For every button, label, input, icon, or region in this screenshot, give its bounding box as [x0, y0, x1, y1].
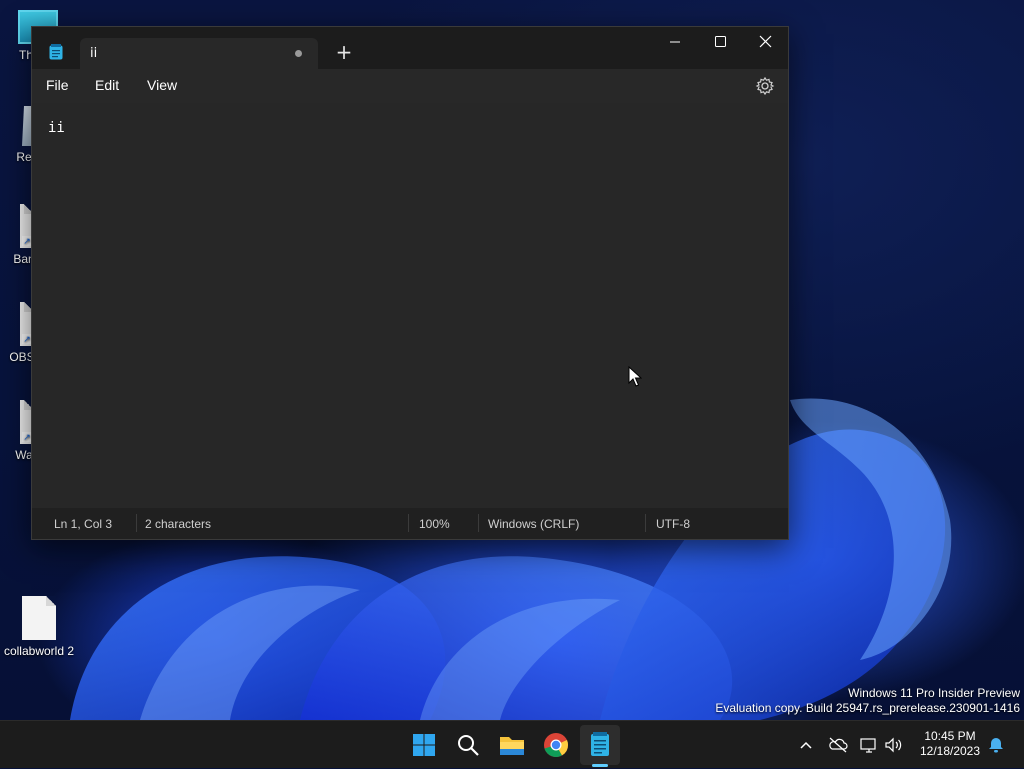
minimize-icon	[670, 41, 680, 43]
bell-icon	[989, 738, 1003, 753]
file-explorer-button[interactable]	[492, 725, 532, 765]
status-divider	[478, 514, 479, 532]
desktop-icon-label: collabworld 2	[3, 644, 75, 658]
notepad-taskbar-button[interactable]	[580, 725, 620, 765]
status-zoom[interactable]: 100%	[419, 517, 450, 531]
unsaved-dot-icon[interactable]	[295, 50, 302, 57]
watermark-line-2: Evaluation copy. Build 25947.rs_prerelea…	[715, 701, 1020, 715]
menu-file[interactable]: File	[46, 77, 69, 93]
cloud-offline-icon	[829, 737, 848, 753]
status-character-count: 2 characters	[145, 517, 212, 531]
notifications-button[interactable]	[985, 735, 1007, 755]
document-icon	[22, 596, 56, 640]
editor-content[interactable]: ii	[48, 120, 65, 136]
settings-button[interactable]	[754, 75, 776, 97]
status-divider	[645, 514, 646, 532]
file-explorer-icon	[500, 737, 524, 755]
status-encoding[interactable]: UTF-8	[656, 517, 690, 531]
search-button[interactable]	[448, 725, 488, 765]
new-tab-button[interactable]: +	[332, 40, 356, 64]
status-bar: Ln 1, Col 3 2 characters 100% Windows (C…	[32, 508, 788, 539]
taskbar: 10:45 PM 12/18/2023	[0, 720, 1024, 768]
volume-icon	[885, 737, 902, 753]
evaluation-watermark: Windows 11 Pro Insider Preview Evaluatio…	[715, 686, 1020, 716]
clock[interactable]: 10:45 PM 12/18/2023	[912, 729, 988, 759]
clock-time: 10:45 PM	[924, 729, 976, 743]
notepad-app-icon	[49, 44, 63, 60]
search-icon	[458, 735, 479, 756]
status-cursor-position: Ln 1, Col 3	[54, 517, 113, 531]
maximize-icon	[715, 36, 726, 47]
chrome-button[interactable]	[536, 725, 576, 765]
watermark-line-1: Windows 11 Pro Insider Preview	[848, 686, 1020, 700]
menu-view[interactable]: View	[147, 77, 177, 93]
display-icon	[860, 738, 876, 753]
text-editor-area[interactable]: ii	[32, 103, 788, 509]
status-divider	[136, 514, 137, 532]
close-button[interactable]	[742, 31, 788, 61]
menu-edit[interactable]: Edit	[95, 77, 119, 93]
clock-date: 12/18/2023	[919, 744, 981, 758]
network-status-button[interactable]	[827, 735, 849, 755]
notepad-icon	[591, 732, 609, 756]
show-hidden-icons-button[interactable]	[795, 735, 817, 755]
status-line-ending[interactable]: Windows (CRLF)	[488, 517, 579, 531]
start-button[interactable]	[404, 725, 444, 765]
volume-button[interactable]	[883, 735, 905, 755]
display-button[interactable]	[858, 735, 880, 755]
chrome-icon	[544, 733, 569, 758]
notepad-window[interactable]: ii + File Edit View ii Ln 1, Col 3 2 cha…	[31, 26, 789, 540]
start-icon	[413, 734, 435, 756]
gear-icon	[755, 76, 775, 96]
title-bar[interactable]: ii +	[32, 27, 788, 69]
tab-title: ii	[90, 46, 98, 61]
mouse-pointer-icon	[628, 366, 642, 387]
maximize-button[interactable]	[697, 31, 743, 61]
menu-bar: File Edit View	[32, 69, 788, 103]
minimize-button[interactable]	[652, 31, 698, 61]
desktop-icon-collabworld[interactable]: collabworld 2	[1, 596, 77, 658]
status-divider	[408, 514, 409, 532]
tab-document[interactable]: ii	[80, 38, 318, 69]
close-icon	[759, 35, 772, 48]
chevron-up-icon	[800, 741, 812, 749]
active-app-indicator	[592, 764, 608, 767]
